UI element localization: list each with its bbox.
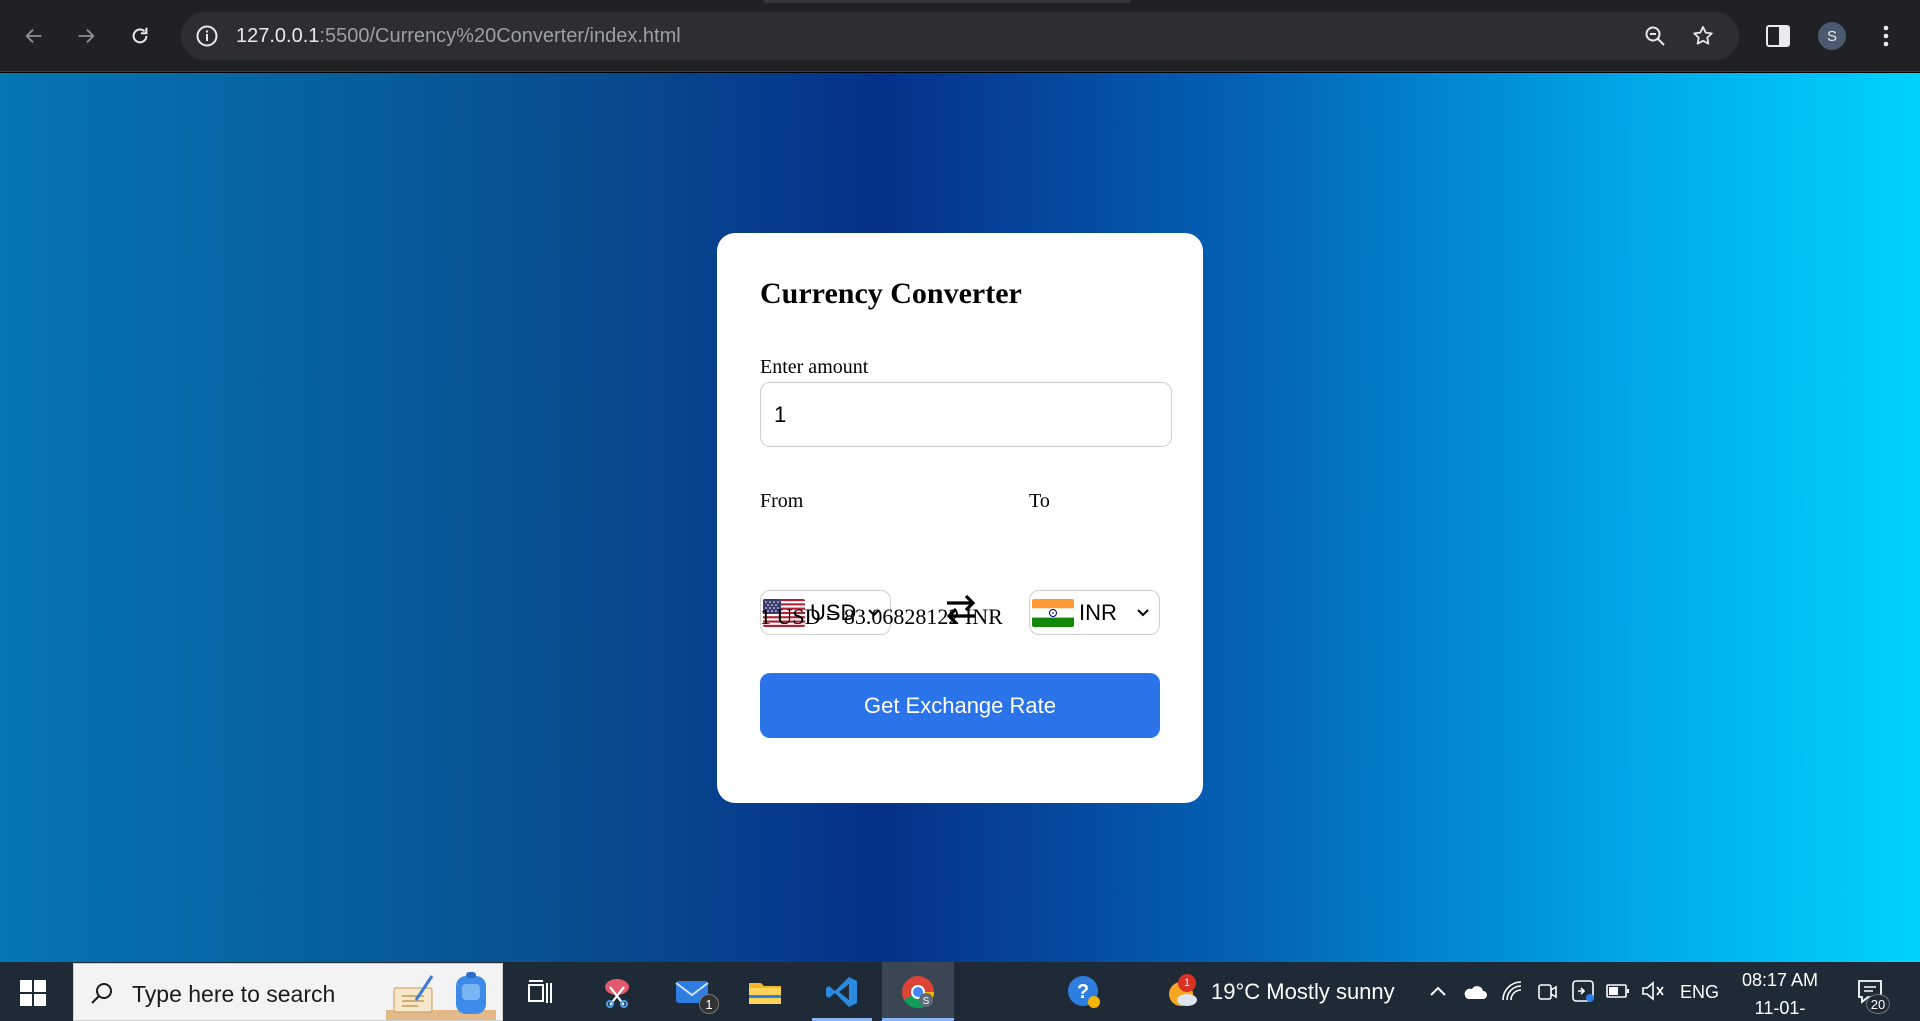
chrome-icon[interactable]: S (898, 972, 938, 1012)
url-host: 127.0.0.1 (236, 25, 320, 47)
weather-text[interactable]: 19°C Mostly sunny (1211, 979, 1395, 1005)
notifications-count: 20 (1866, 994, 1890, 1014)
get-exchange-rate-button[interactable]: Get Exchange Rate (760, 673, 1160, 738)
onedrive-cloud-icon[interactable] (1462, 982, 1488, 1002)
to-currency-select[interactable]: INR (1029, 590, 1160, 635)
language-indicator[interactable]: ENG (1680, 982, 1719, 1003)
zoom-icon[interactable] (1643, 24, 1667, 48)
meet-now-icon[interactable] (1570, 978, 1596, 1004)
svg-text:S: S (923, 996, 930, 1007)
url-text[interactable]: 127.0.0.1:5500/Currency%20Converter/inde… (236, 25, 681, 48)
windows-taskbar: Type here to search 1 S ? 1 19°C Mostly … (0, 962, 1920, 1021)
windows-start-icon[interactable] (20, 980, 46, 1006)
profile-avatar[interactable]: S (1818, 22, 1846, 50)
chevron-down-icon (1137, 609, 1149, 617)
exchange-result: 1 USD = 83.06828122 INR (760, 604, 1003, 629)
to-label: To (1029, 490, 1050, 512)
clock-time: 08:17 AM (1741, 970, 1819, 990)
reload-button[interactable] (122, 18, 158, 54)
reload-icon (132, 27, 148, 44)
page-title: Currency Converter (760, 277, 1022, 310)
address-bar[interactable]: 127.0.0.1:5500/Currency%20Converter/inde… (181, 12, 1739, 60)
clock-date: 11-01-2024 (1754, 998, 1806, 1018)
back-arrow-icon (25, 28, 42, 44)
from-label: From (760, 490, 804, 512)
active-tab-hint[interactable] (763, 0, 1131, 3)
camera-icon[interactable] (1536, 980, 1558, 1004)
svg-text:?: ? (1077, 981, 1089, 1003)
side-panel-icon[interactable] (1765, 24, 1791, 48)
speaker-muted-icon[interactable] (1641, 980, 1665, 1002)
site-info-icon[interactable] (195, 24, 219, 48)
weather-badge: 1 (1178, 974, 1196, 992)
forward-button[interactable] (68, 18, 104, 54)
snipping-tool-icon[interactable] (597, 972, 637, 1012)
tab-strip (0, 0, 1920, 10)
vscode-icon[interactable] (822, 972, 862, 1012)
browser-toolbar: 127.0.0.1:5500/Currency%20Converter/inde… (0, 0, 1920, 72)
to-currency-code: INR (1079, 599, 1117, 625)
search-placeholder: Type here to search (132, 981, 336, 1007)
task-view-icon[interactable] (520, 972, 560, 1012)
url-path: :5500/Currency%20Converter/index.html (319, 25, 681, 47)
search-icon (91, 983, 112, 1004)
page-background: Currency Converter Enter amount From USD… (0, 73, 1920, 962)
amount-label: Enter amount (760, 356, 869, 378)
chevron-up-icon[interactable] (1428, 982, 1448, 1002)
wifi-icon[interactable] (1500, 980, 1524, 1004)
forward-arrow-icon (78, 28, 95, 44)
help-icon[interactable]: ? (1064, 972, 1104, 1012)
mail-badge: 1 (699, 994, 719, 1014)
system-clock[interactable]: 08:17 AM 11-01-2024 (1735, 966, 1825, 1021)
amount-input[interactable] (760, 382, 1172, 447)
battery-icon[interactable] (1606, 982, 1630, 1000)
taskbar-search-box[interactable]: Type here to search (73, 963, 503, 1021)
bookmark-star-icon[interactable] (1691, 24, 1715, 48)
india-flag-icon (1032, 598, 1074, 627)
more-menu-icon[interactable] (1876, 22, 1896, 50)
search-highlight-illustration (386, 972, 496, 1020)
back-button[interactable] (16, 18, 52, 54)
file-explorer-icon[interactable] (745, 972, 785, 1012)
